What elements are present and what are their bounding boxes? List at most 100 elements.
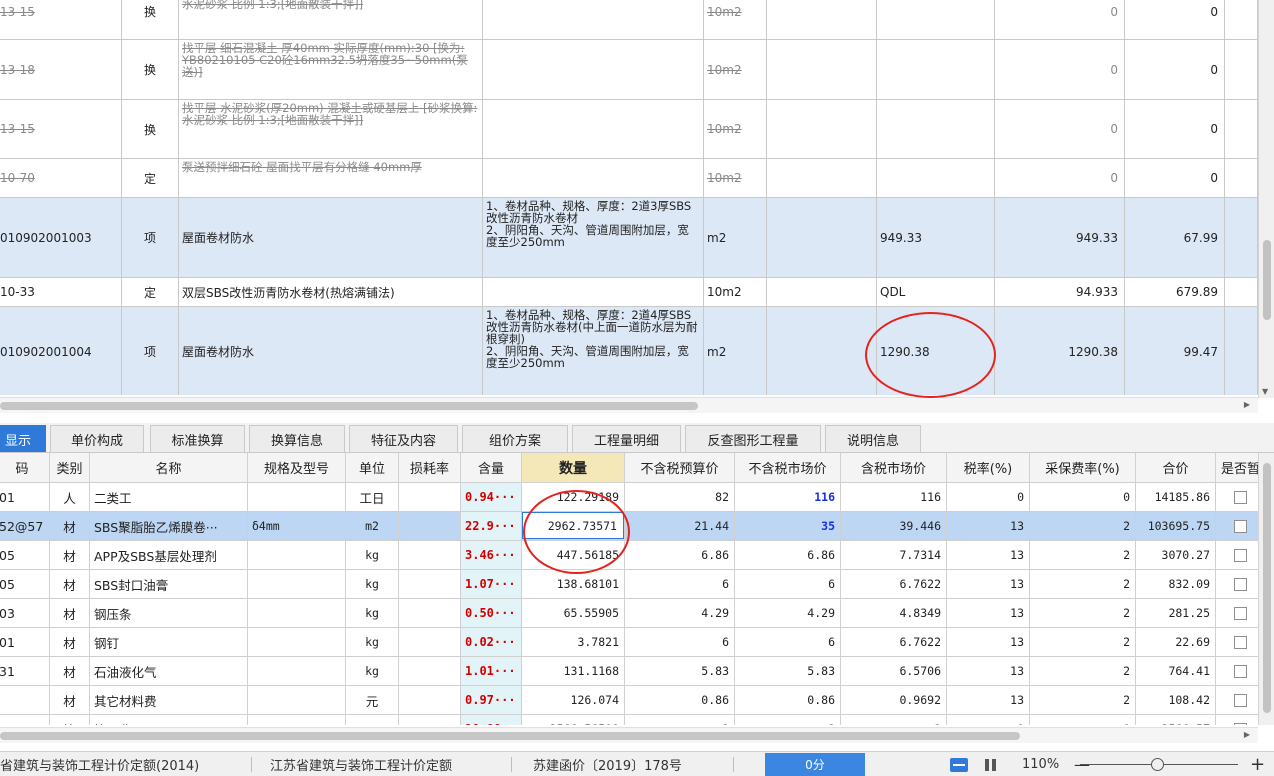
cell-code[interactable]: 31 [0,657,50,685]
cell-code[interactable] [0,686,50,714]
scroll-down-arrow-icon[interactable]: ▼ [1262,387,1268,396]
cell-loss[interactable] [399,686,461,714]
zoom-in-button[interactable]: + [1250,752,1265,776]
cell-unit[interactable]: 元 [346,686,399,714]
lower-vertical-scroll-thumb[interactable] [1263,463,1271,713]
cell-market[interactable]: 6.86 [735,541,841,569]
cell-fee[interactable]: 2 [1030,541,1136,569]
cell-unit[interactable]: m2 [704,198,767,277]
cell-market[interactable]: 6 [735,570,841,598]
cell-budget[interactable]: 6.86 [625,541,735,569]
cell-content[interactable]: 10.00··· [461,715,522,725]
bill-row[interactable]: 13-15 换 找平层 水泥砂浆(厚20mm) 混凝土或硬基层上 [砂浆换算:水泥砂… [0,100,1258,159]
cell-qty[interactable]: 94.933 [995,278,1125,306]
cell-market-tax[interactable]: 1 [841,715,947,725]
cell-name[interactable]: 二类工 [90,483,248,511]
cell-tail[interactable] [1225,307,1258,395]
cell-total[interactable]: 22.69 [1136,628,1216,656]
cell-market-tax[interactable]: 6.5706 [841,657,947,685]
tab-standard-conversion[interactable]: 标准换算 [150,425,245,452]
cell-unit[interactable]: kg [346,628,399,656]
cell-type[interactable]: 定 [122,278,179,306]
cell-features[interactable] [483,100,704,158]
cell-tail[interactable] [1225,0,1258,39]
cell-cat[interactable]: 材 [50,541,90,569]
bill-row[interactable]: 10-70 定 泵送预拌细石砼 屋面找平层有分格缝 40mm厚 10m2 0 0 [0,159,1258,198]
cell-code[interactable]: 52@57 [0,512,50,540]
header-market-price[interactable]: 不含税市场价 [735,453,841,482]
cell-loss[interactable] [399,657,461,685]
cell-cat[interactable]: 材 [50,512,90,540]
scroll-right-arrow-icon[interactable]: ▶ [1244,730,1250,739]
cell-tax[interactable]: 13 [947,657,1030,685]
cell-unit[interactable]: 10m2 [704,278,767,306]
cell-tax[interactable]: 0 [947,715,1030,725]
cell-spec[interactable] [248,599,346,627]
cell-content[interactable]: 0.94··· [461,483,522,511]
cell-code[interactable]: 05 [0,541,50,569]
header-market-price-tax[interactable]: 含税市场价 [841,453,947,482]
cell-price[interactable]: 0 [1125,40,1225,99]
cell-loss[interactable] [399,599,461,627]
lower-horizontal-scrollbar[interactable]: ▶ [0,727,1258,743]
cell-total[interactable]: 832.09 [1136,570,1216,598]
cell-market-tax[interactable]: 0.9692 [841,686,947,714]
header-content[interactable]: 含量 [461,453,522,482]
cell-cat[interactable]: 材 [50,628,90,656]
cell-tax[interactable]: 13 [947,512,1030,540]
cell-blank[interactable] [767,159,877,197]
cell-tail[interactable] [1225,100,1258,158]
cell-type[interactable]: 项 [122,307,179,395]
cell-unit[interactable]: 工日 [346,483,399,511]
table-row[interactable]: 05 材 APP及SBS基层处理剂 kg 3.46··· 447.56185 6.86 6.8… [0,541,1266,570]
cell-fee[interactable]: 2 [1030,512,1136,540]
cell-qty[interactable]: 138.68101 [522,570,625,598]
lower-horizontal-scroll-thumb[interactable] [0,732,1020,740]
resource-detail-grid[interactable]: 码类别 名称 规格及型号 单位 损耗率 含量 数量 不含税预算价 不含税市场价 含税市场价 税率(%… [0,453,1274,725]
table-row[interactable]: 材 其它材料费 元 0.97··· 126.074 0.86 0.86 0.9692 13 2 10… [0,686,1266,715]
cell-name[interactable]: 其它材料费 [90,686,248,714]
table-row[interactable]: 01 材 钢钉 kg 0.02··· 3.7821 6 6 6.7622 13 2 22.69 [0,628,1266,657]
header-fee-rate[interactable]: 采保费率(%) [1030,453,1136,482]
cell-name[interactable]: APP及SBS基层处理剂 [90,541,248,569]
cell-features[interactable]: 1、卷材品种、规格、厚度：2道4厚SBS改性沥青防水卷材(中上面一道防水层为耐根… [483,307,704,395]
cell-content[interactable]: 0.50··· [461,599,522,627]
cell-blank[interactable] [767,198,877,277]
cell-unit[interactable]: kg [346,599,399,627]
cell-market[interactable]: 1 [735,715,841,725]
bill-row[interactable]: 010902001003 项 屋面卷材防水 1、卷材品种、规格、厚度：2道3厚SBS改… [0,198,1258,278]
cell-budget[interactable]: 1 [625,715,735,725]
cell-total[interactable]: 3070.27 [1136,541,1216,569]
cell-qtyexpr[interactable] [877,40,995,99]
cell-content[interactable]: 22.9··· [461,512,522,540]
cell-tax[interactable]: 13 [947,628,1030,656]
cell-spec[interactable] [248,628,346,656]
scroll-right-arrow-icon[interactable]: ▶ [1244,400,1250,409]
cell-market[interactable]: 116 [735,483,841,511]
cell-fee[interactable]: 0 [1030,715,1136,725]
header-total[interactable]: 合价 [1136,453,1216,482]
cell-code[interactable] [0,715,50,725]
cell-blank[interactable] [767,278,877,306]
header-code[interactable]: 码 [0,453,50,482]
tab-unit-price-composition[interactable]: 单价构成 [50,425,144,452]
cell-budget[interactable]: 5.83 [625,657,735,685]
cell-name[interactable]: 屋面卷材防水 [179,198,483,277]
lower-vertical-scrollbar[interactable] [1258,453,1274,725]
cell-cat[interactable]: 材 [50,570,90,598]
cell-name[interactable]: 找平层 水泥砂浆(厚20mm) 混凝土或硬基层上 [砂浆换算:水泥砂浆 比例 1… [179,100,483,158]
cell-qtyexpr[interactable] [877,159,995,197]
header-tax-rate[interactable]: 税率(%) [947,453,1030,482]
cell-qty[interactable]: 1290.38 [995,307,1125,395]
cell-type[interactable]: 项 [122,198,179,277]
tab-pricing-scheme[interactable]: 组价方案 [462,425,568,452]
cell-total[interactable]: 2566.57 [1136,715,1216,725]
tab-quantity-details[interactable]: 工程量明细 [572,425,681,452]
cell-market-tax[interactable]: 116 [841,483,947,511]
cell-code[interactable]: 03 [0,599,50,627]
provisional-checkbox[interactable] [1234,722,1247,725]
cell-market[interactable]: 4.29 [735,599,841,627]
cell-market[interactable]: 5.83 [735,657,841,685]
cell-tax[interactable]: 13 [947,541,1030,569]
cell-market[interactable]: 0.86 [735,686,841,714]
